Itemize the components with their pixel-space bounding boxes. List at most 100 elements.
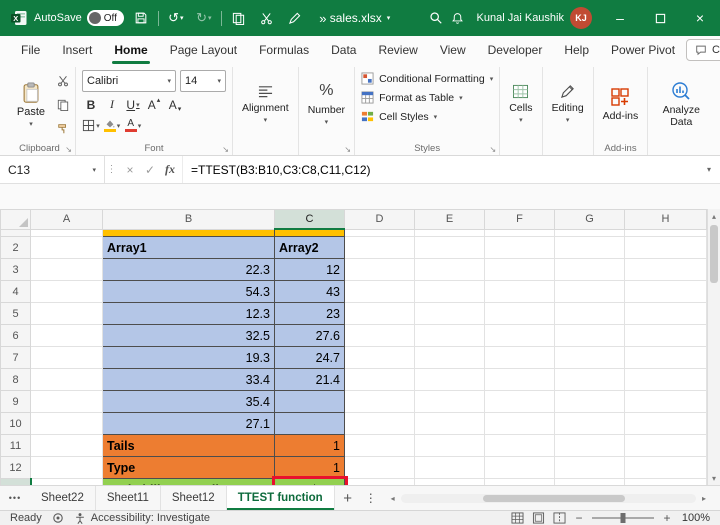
cell-E7[interactable] <box>414 346 485 369</box>
cell-E4[interactable] <box>414 280 485 303</box>
borders-button[interactable]: ▾ <box>82 117 100 134</box>
cell-H10[interactable] <box>624 412 707 435</box>
zoom-out-button[interactable]: − <box>574 511 584 525</box>
draw-pen-icon[interactable] <box>284 6 306 30</box>
font-name-select[interactable]: Calibri ▾ <box>82 70 176 92</box>
horizontal-scroll-track[interactable] <box>400 493 696 503</box>
macro-record-icon[interactable] <box>52 512 64 524</box>
cell-G11[interactable] <box>554 434 625 457</box>
user-account[interactable]: Kunal Jai Kaushik KJ <box>469 7 600 29</box>
ribbon-tab-view[interactable]: View <box>429 36 477 64</box>
sheet-tab-sheet22[interactable]: Sheet22 <box>30 486 96 510</box>
row-header-1[interactable] <box>0 228 31 237</box>
column-header-A[interactable]: A <box>30 209 103 230</box>
cell-A8[interactable] <box>30 368 103 391</box>
column-header-G[interactable]: G <box>554 209 625 230</box>
vertical-scrollbar[interactable]: ▴ ▾ <box>707 209 720 485</box>
ribbon-tab-developer[interactable]: Developer <box>477 36 554 64</box>
cell-B2[interactable]: Array1 <box>102 236 275 259</box>
row-header-9[interactable]: 9 <box>0 390 31 413</box>
scroll-down-icon[interactable]: ▾ <box>708 471 720 485</box>
cell-G13[interactable] <box>554 478 625 485</box>
column-header-E[interactable]: E <box>414 209 485 230</box>
cell-C11[interactable]: 1 <box>274 434 345 457</box>
cell-E10[interactable] <box>414 412 485 435</box>
cell-A2[interactable] <box>30 236 103 259</box>
horizontal-scrollbar[interactable]: ◂ ▸ <box>387 491 710 505</box>
number-dialog-launcher[interactable]: ↘ <box>344 145 351 154</box>
cut-button[interactable] <box>57 74 69 92</box>
row-header-5[interactable]: 5 <box>0 302 31 325</box>
zoom-slider[interactable] <box>592 513 654 523</box>
cell-G4[interactable] <box>554 280 625 303</box>
column-header-B[interactable]: B <box>102 209 275 230</box>
cell-B4[interactable]: 54.3 <box>102 280 275 303</box>
cell-D5[interactable] <box>344 302 415 325</box>
editing-button[interactable]: Editing ▾ <box>549 69 587 140</box>
vertical-scroll-thumb[interactable] <box>710 225 718 283</box>
cell-A9[interactable] <box>30 390 103 413</box>
cell-F9[interactable] <box>484 390 555 413</box>
cell-A12[interactable] <box>30 456 103 479</box>
sheet-nav-more-icon[interactable]: ••• <box>0 486 30 510</box>
cell-H11[interactable] <box>624 434 707 457</box>
paste-button[interactable]: Paste ▾ <box>10 69 52 140</box>
cell-C6[interactable]: 27.6 <box>274 324 345 347</box>
ribbon-tab-data[interactable]: Data <box>320 36 367 64</box>
cell-H13[interactable] <box>624 478 707 485</box>
search-icon[interactable] <box>425 6 447 30</box>
redo-button[interactable]: ↻ ▾ <box>193 6 215 30</box>
ribbon-tab-insert[interactable]: Insert <box>51 36 103 64</box>
enter-formula-icon[interactable]: ✓ <box>140 163 160 177</box>
analyze-data-button[interactable]: Analyze Data <box>654 69 708 140</box>
cell-A5[interactable] <box>30 302 103 325</box>
cancel-formula-icon[interactable]: × <box>120 163 140 177</box>
ribbon-tab-page-layout[interactable]: Page Layout <box>159 36 248 64</box>
ribbon-tab-file[interactable]: File <box>10 36 51 64</box>
cell-C4[interactable]: 43 <box>274 280 345 303</box>
column-header-H[interactable]: H <box>624 209 707 230</box>
cell-C3[interactable]: 12 <box>274 258 345 281</box>
cell-H5[interactable] <box>624 302 707 325</box>
cell-D12[interactable] <box>344 456 415 479</box>
cell-A7[interactable] <box>30 346 103 369</box>
cell-G6[interactable] <box>554 324 625 347</box>
cell-G2[interactable] <box>554 236 625 259</box>
font-dialog-launcher[interactable]: ↘ <box>222 145 229 154</box>
copy-sheet-icon[interactable] <box>228 6 250 30</box>
cell-B9[interactable]: 35.4 <box>102 390 275 413</box>
cell-G10[interactable] <box>554 412 625 435</box>
row-header-2[interactable]: 2 <box>0 236 31 259</box>
cell-F7[interactable] <box>484 346 555 369</box>
cell-E13[interactable] <box>414 478 485 485</box>
cell-F5[interactable] <box>484 302 555 325</box>
row-header-11[interactable]: 11 <box>0 434 31 457</box>
row-header-8[interactable]: 8 <box>0 368 31 391</box>
cell-B10[interactable]: 27.1 <box>102 412 275 435</box>
cell-F11[interactable] <box>484 434 555 457</box>
ribbon-tab-review[interactable]: Review <box>367 36 428 64</box>
column-header-F[interactable]: F <box>484 209 555 230</box>
ribbon-tab-formulas[interactable]: Formulas <box>248 36 320 64</box>
cell-C1[interactable] <box>274 228 345 237</box>
maximize-button[interactable] <box>640 0 680 36</box>
italic-button[interactable]: I <box>103 96 121 113</box>
scroll-right-icon[interactable]: ▸ <box>698 494 710 503</box>
font-size-select[interactable]: 14 ▾ <box>180 70 226 92</box>
page-layout-view-icon[interactable] <box>532 512 545 524</box>
save-button[interactable] <box>130 6 152 30</box>
cell-G8[interactable] <box>554 368 625 391</box>
increase-font-button[interactable]: A ▴ <box>145 96 163 113</box>
undo-button[interactable]: ↺ ▾ <box>165 6 187 30</box>
select-all-corner[interactable] <box>0 209 31 230</box>
insert-function-button[interactable]: fx <box>160 162 180 177</box>
scroll-up-icon[interactable]: ▴ <box>708 209 720 223</box>
cell-E2[interactable] <box>414 236 485 259</box>
accessibility-status[interactable]: Accessibility: Investigate <box>74 512 210 525</box>
cell-D11[interactable] <box>344 434 415 457</box>
cell-H4[interactable] <box>624 280 707 303</box>
scroll-left-icon[interactable]: ◂ <box>387 494 399 503</box>
addins-button[interactable]: Add-ins <box>600 69 642 140</box>
cell-E3[interactable] <box>414 258 485 281</box>
cell-G5[interactable] <box>554 302 625 325</box>
